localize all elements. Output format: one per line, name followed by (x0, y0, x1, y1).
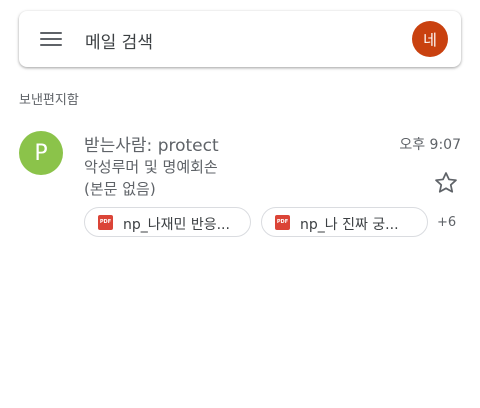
email-snippet: (본문 없음) (84, 180, 156, 198)
search-bar[interactable]: 메일 검색 네 (19, 11, 461, 67)
attachment-name: np_나 진짜 궁... (300, 217, 399, 233)
email-time: 오후 9:07 (399, 137, 461, 153)
sender-avatar[interactable]: P (19, 131, 63, 175)
attachment-name: np_나재민 반응... (123, 217, 230, 233)
more-attachments-count[interactable]: +6 (437, 215, 456, 230)
account-avatar[interactable]: 네 (412, 21, 448, 57)
attachment-chip[interactable]: PDF np_나재민 반응... (84, 207, 251, 237)
attachment-chip[interactable]: PDF np_나 진짜 궁... (261, 207, 428, 237)
folder-title: 보낸편지함 (19, 93, 79, 108)
search-input[interactable]: 메일 검색 (85, 28, 153, 53)
pdf-icon: PDF (98, 215, 113, 230)
pdf-icon: PDF (275, 215, 290, 230)
email-list-item[interactable]: P 받는사람: protect 오후 9:07 악성루머 및 명예회손 (본문 … (0, 120, 480, 245)
email-subject: 악성루머 및 명예회손 (84, 158, 218, 176)
email-recipient: 받는사람: protect (84, 136, 219, 156)
menu-icon[interactable] (40, 30, 62, 48)
star-icon[interactable] (433, 170, 459, 196)
